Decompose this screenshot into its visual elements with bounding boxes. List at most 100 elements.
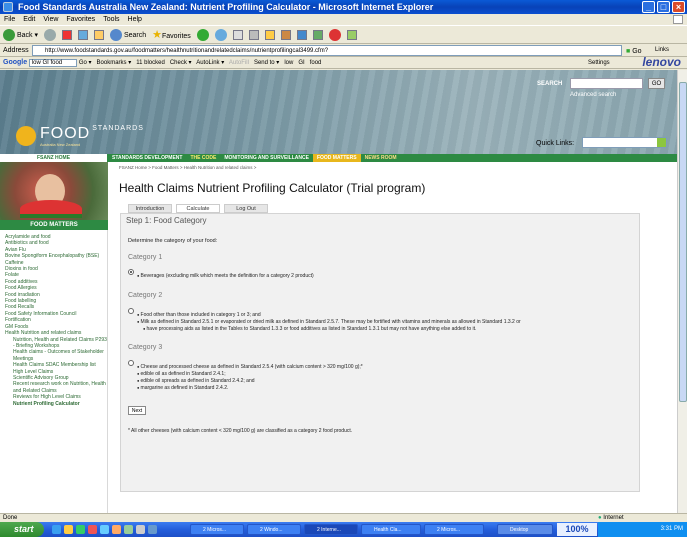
ie-quicklaunch-icon[interactable] xyxy=(52,525,61,534)
taskbar-item-health-claims[interactable]: Health Cla... xyxy=(361,524,421,535)
tab-introduction[interactable]: Introduction xyxy=(128,204,172,213)
quick-links-label: Quick Links: xyxy=(536,140,575,147)
window-title: Food Standards Australia New Zealand: Nu… xyxy=(18,2,434,12)
sidebar-subitem[interactable]: Recent research work on Nutrition, Healt… xyxy=(5,381,107,394)
taskbar-item-windows[interactable]: 2 Windo... xyxy=(247,524,301,535)
nav-monitoring[interactable]: MONITORING AND SURVEILLANCE xyxy=(220,154,313,162)
search-label: SEARCH xyxy=(537,81,563,87)
category-3-radio[interactable] xyxy=(128,360,134,366)
address-input[interactable]: http://www.foodstandards.gov.au/foodmatt… xyxy=(32,45,622,56)
menu-file[interactable]: File xyxy=(4,14,15,25)
nav-the-code[interactable]: THE CODE xyxy=(186,154,220,162)
nav-home[interactable]: FSANZ HOME xyxy=(0,154,108,162)
menu-view[interactable]: View xyxy=(43,14,58,25)
research-icon[interactable] xyxy=(280,29,291,40)
globe-icon: ● xyxy=(598,515,602,521)
taskbar-item-ie[interactable]: 2 Interne... xyxy=(304,524,358,535)
app-quicklaunch-icon[interactable] xyxy=(136,525,145,534)
advanced-search-link[interactable]: Advanced search xyxy=(570,92,616,98)
page-scrollbar[interactable] xyxy=(677,70,687,513)
nav-food-matters[interactable]: FOOD MATTERS xyxy=(312,154,361,162)
tool-icon[interactable] xyxy=(312,29,323,40)
refresh-icon[interactable] xyxy=(77,29,88,40)
app-quicklaunch-icon[interactable] xyxy=(112,525,121,534)
search-button[interactable]: Search xyxy=(109,28,146,41)
category-2-radio[interactable] xyxy=(128,308,134,314)
plugin-icon[interactable] xyxy=(346,29,357,40)
highlight-term-food[interactable]: food xyxy=(310,60,322,66)
print-icon[interactable] xyxy=(248,29,259,40)
nav-standards-development[interactable]: STANDARDS DEVELOPMENT xyxy=(108,154,186,162)
spell-check-button[interactable]: Check xyxy=(170,60,187,66)
sidebar-subitem-active[interactable]: Nutrient Profiling Calculator xyxy=(5,401,107,407)
next-button[interactable]: Next xyxy=(128,406,146,415)
clock: 3:31 PM xyxy=(660,526,683,532)
settings-button[interactable]: Settings xyxy=(588,57,610,68)
main-nav: FSANZ HOME STANDARDS DEVELOPMENT THE COD… xyxy=(0,154,677,162)
stop-sign-icon[interactable] xyxy=(328,28,341,41)
site-search-input[interactable] xyxy=(570,78,643,89)
toolbar: Back ▾ Search ★Favorites xyxy=(0,25,687,44)
search-go-button[interactable]: GO xyxy=(648,78,665,89)
highlight-term-gi[interactable]: GI xyxy=(298,60,304,66)
forward-arrow-icon[interactable] xyxy=(43,28,56,41)
history-icon[interactable] xyxy=(214,28,227,41)
maximize-button[interactable]: □ xyxy=(657,1,670,13)
sidebar-subitem[interactable]: Nutrition, Health and Related Claims P29… xyxy=(5,337,107,350)
autolink-button[interactable]: AutoLink xyxy=(196,60,219,66)
taskbar-item-word[interactable]: 2 Micros... xyxy=(190,524,244,535)
highlight-term-low[interactable]: low xyxy=(284,60,293,66)
mail-icon[interactable] xyxy=(232,29,243,40)
app-quicklaunch-icon[interactable] xyxy=(148,525,157,534)
desktop-quicklaunch-icon[interactable] xyxy=(76,525,85,534)
sidebar-subitem[interactable]: Health Claims SDAC Membership list xyxy=(5,362,107,368)
send-to-button[interactable]: Send to xyxy=(254,60,275,66)
desktop-toolbar[interactable]: Desktop xyxy=(497,524,553,535)
category-1-radio[interactable] xyxy=(128,269,134,275)
media-icon[interactable] xyxy=(196,28,209,41)
taskbar: start 2 Micros... 2 Windo... 2 Interne..… xyxy=(0,522,687,537)
sidebar: FOOD MATTERS Acrylamide and food Antibio… xyxy=(0,162,108,513)
breadcrumb[interactable]: FSANZ Home > Food Matters > Health Nutri… xyxy=(119,165,256,170)
autofill-button[interactable]: AutoFill xyxy=(229,60,249,66)
logo-caption: Australia New Zealand xyxy=(40,142,81,147)
menu-help[interactable]: Help xyxy=(128,14,142,25)
links-button[interactable]: Links xyxy=(655,44,669,57)
menu-favorites[interactable]: Favorites xyxy=(66,14,95,25)
status-bar: Done ● Internet xyxy=(0,513,687,522)
site-logo[interactable]: FOOD STANDARDS xyxy=(40,125,144,143)
popup-blocker[interactable]: 11 blocked xyxy=(136,60,165,66)
scrollbar-thumb[interactable] xyxy=(679,82,687,402)
sidebar-subitem[interactable]: Health claims - Outcomes of Stakeholder … xyxy=(5,349,107,362)
menu-bar: File Edit View Favorites Tools Help xyxy=(0,14,687,25)
app-quicklaunch-icon[interactable] xyxy=(100,525,109,534)
outlook-quicklaunch-icon[interactable] xyxy=(88,525,97,534)
quick-links-select[interactable] xyxy=(582,137,667,148)
minimize-button[interactable]: _ xyxy=(642,1,655,13)
app-quicklaunch-icon[interactable] xyxy=(124,525,133,534)
messenger-icon[interactable] xyxy=(296,29,307,40)
tab-log-out[interactable]: Log Out xyxy=(224,204,268,213)
nav-news-room[interactable]: NEWS ROOM xyxy=(361,154,401,162)
back-arrow-icon xyxy=(3,28,15,41)
google-search-input[interactable]: low GI food xyxy=(28,59,78,67)
taskbar-item-word-2[interactable]: 2 Micros... xyxy=(424,524,484,535)
folder-icon[interactable] xyxy=(264,29,275,40)
system-tray: 3:31 PM xyxy=(598,522,687,537)
category-3-option: edible oil spreads as defined in Standar… xyxy=(137,378,255,384)
sidebar-item[interactable]: Bovine Spongiform Encephalopathy (BSE) xyxy=(5,253,107,259)
stop-icon[interactable] xyxy=(61,29,72,40)
bookmarks-button[interactable]: Bookmarks xyxy=(97,60,127,66)
menu-tools[interactable]: Tools xyxy=(103,14,119,25)
tab-calculate[interactable]: Calculate xyxy=(176,204,220,213)
back-button[interactable]: Back ▾ xyxy=(3,28,38,41)
start-button[interactable]: start xyxy=(0,522,44,537)
folder-quicklaunch-icon[interactable] xyxy=(64,525,73,534)
category-2-option-continued: have processing aids as listed in the Ta… xyxy=(137,326,477,332)
close-button[interactable]: × xyxy=(672,1,685,13)
home-icon[interactable] xyxy=(93,29,104,40)
favorites-button[interactable]: ★Favorites xyxy=(152,28,191,41)
menu-edit[interactable]: Edit xyxy=(23,14,35,25)
google-go-button[interactable]: Go xyxy=(79,60,87,66)
zoom-level[interactable]: 100% xyxy=(557,523,597,536)
